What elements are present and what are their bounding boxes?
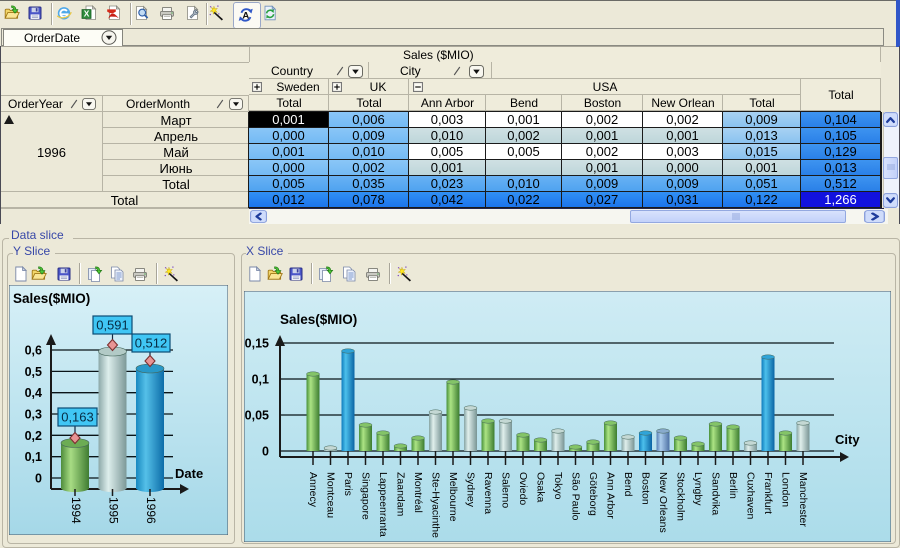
svg-text:Osaka: Osaka	[535, 472, 547, 503]
svg-text:Montréal: Montréal	[412, 472, 424, 513]
svg-text:Göteborg: Göteborg	[587, 472, 599, 516]
svg-text:Melbourne: Melbourne	[447, 472, 459, 522]
svg-text:São Paulo: São Paulo	[570, 472, 582, 521]
svg-text:Paris: Paris	[342, 472, 354, 496]
svg-text:Cuxhaven: Cuxhaven	[745, 472, 757, 519]
svg-text:Sales($MIO): Sales($MIO)	[280, 312, 357, 327]
svg-text:Montceau: Montceau	[325, 472, 337, 518]
svg-text:New Orleans: New Orleans	[657, 472, 669, 533]
svg-text:City: City	[835, 432, 860, 447]
svg-text:0,1: 0,1	[252, 373, 269, 387]
svg-text:0: 0	[35, 472, 42, 486]
svg-text:Ste-Hyacinthe: Ste-Hyacinthe	[430, 472, 442, 538]
svg-text:0,5: 0,5	[25, 365, 42, 379]
svg-text:Sandvika: Sandvika	[710, 472, 722, 515]
svg-text:Sydney: Sydney	[465, 472, 477, 508]
svg-text:0,2: 0,2	[25, 429, 42, 443]
svg-text:0,15: 0,15	[245, 337, 269, 351]
svg-text:Stockholm: Stockholm	[675, 472, 687, 521]
svg-text:1994: 1994	[69, 497, 83, 524]
svg-text:Berlin: Berlin	[727, 472, 739, 499]
svg-text:Tokyo: Tokyo	[552, 472, 564, 500]
svg-text:X: X	[84, 9, 90, 19]
svg-text:Lyngby: Lyngby	[692, 472, 704, 506]
svg-text:0,591: 0,591	[96, 318, 129, 333]
svg-text:Singapore: Singapore	[360, 472, 372, 520]
svg-text:Ravenna: Ravenna	[482, 472, 494, 514]
svg-text:0,4: 0,4	[25, 386, 42, 400]
svg-text:Ann Arbor: Ann Arbor	[605, 472, 617, 519]
svg-text:London: London	[780, 472, 792, 507]
svg-text:Lappeenranta: Lappeenranta	[377, 472, 389, 537]
svg-text:A: A	[242, 10, 249, 21]
svg-text:0,3: 0,3	[25, 408, 42, 422]
svg-text:Annecy: Annecy	[307, 472, 319, 508]
svg-text:Boston: Boston	[640, 472, 652, 505]
svg-text:0: 0	[262, 445, 269, 459]
svg-text:Sales($MIO): Sales($MIO)	[13, 291, 90, 306]
svg-text:0,163: 0,163	[61, 410, 94, 425]
svg-text:0,05: 0,05	[245, 409, 269, 423]
svg-text:0,512: 0,512	[135, 336, 168, 351]
svg-text:1996: 1996	[144, 497, 158, 524]
svg-text:1995: 1995	[106, 497, 120, 524]
svg-text:0,6: 0,6	[25, 344, 42, 358]
svg-text:Date: Date	[175, 466, 203, 481]
svg-text:Oviedo: Oviedo	[517, 472, 529, 505]
svg-text:Bend: Bend	[622, 472, 634, 497]
svg-text:Frankfurt: Frankfurt	[762, 472, 774, 514]
svg-text:0,1: 0,1	[25, 450, 42, 464]
svg-text:Zaandam: Zaandam	[395, 472, 407, 517]
svg-text:Manchester: Manchester	[797, 472, 809, 527]
svg-text:Salerno: Salerno	[500, 472, 512, 508]
